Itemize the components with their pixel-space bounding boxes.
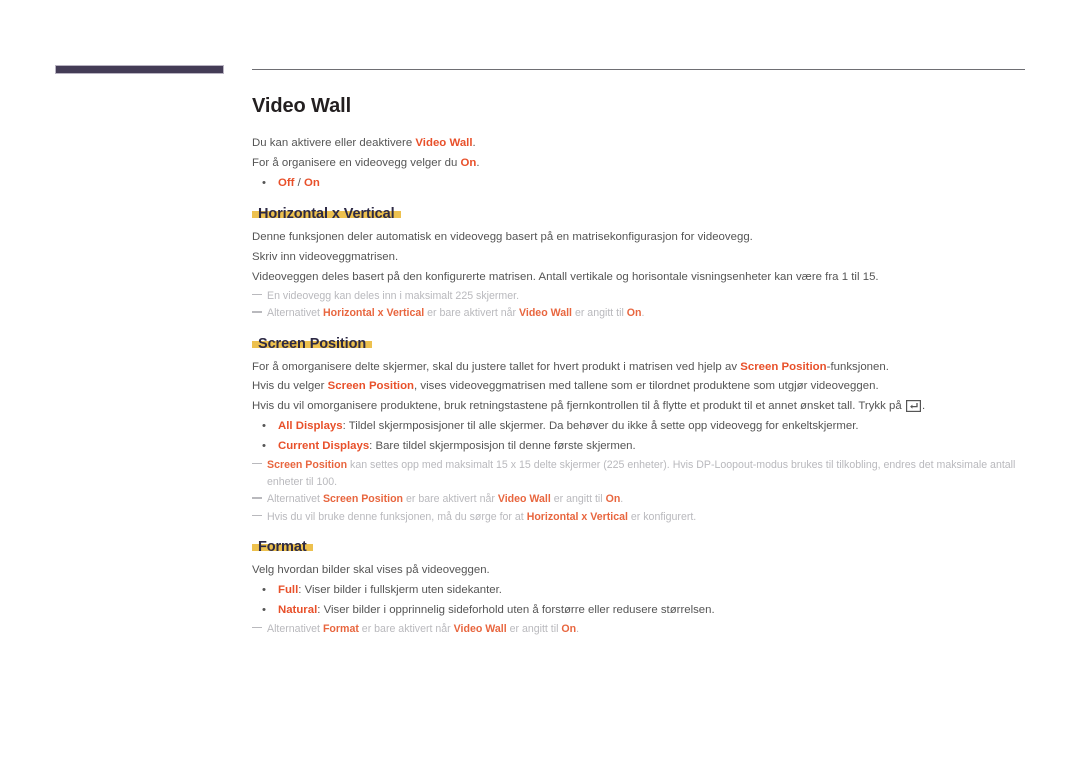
list-item: • All Displays: Tildel skjermposisjoner t… <box>252 417 1025 437</box>
enter-key-icon <box>905 400 921 413</box>
body-paragraph: Videoveggen deles basert på den konfigur… <box>252 270 879 283</box>
note-dash-icon <box>252 509 267 526</box>
note-item: Alternativet Screen Position er bare akt… <box>252 491 1025 508</box>
emphasis-term: Video Wall <box>497 493 551 506</box>
body-paragraph: For å organisere en videovegg velger du … <box>252 156 480 169</box>
note-item: Hvis du vil bruke denne funksjonen, må d… <box>252 509 1025 526</box>
emphasis-term: Format <box>322 622 359 635</box>
section-heading-format: Format <box>252 540 313 554</box>
list-item: • Natural: Viser bilder i opprinnelig sid… <box>252 601 1025 621</box>
body-paragraph: Denne funksjonen deler automatisk en vid… <box>252 231 753 244</box>
note-dash-icon <box>252 457 267 492</box>
header-divider-rule <box>252 69 1025 70</box>
emphasis-term: Screen Position <box>740 360 827 373</box>
note-item: Screen Position kan settes opp med maksi… <box>252 457 1025 492</box>
emphasis-term: Video Wall <box>519 307 572 320</box>
list-item-text: Full: Viser bilder i fullskjerm uten sid… <box>278 584 502 596</box>
note-text: Alternativet Screen Position er bare akt… <box>267 493 624 506</box>
list-item: • Current Displays: Bare tildel skjermpos… <box>252 437 1025 457</box>
section-heading-wrap-horizontal-x-vertical: Horizontal x Vertical <box>252 193 1025 228</box>
emphasis-term: Natural <box>278 603 318 616</box>
section-heading-horizontal-x-vertical: Horizontal x Vertical <box>252 207 401 222</box>
note-dash-icon <box>252 288 267 305</box>
body-paragraph: Skriv inn videoveggmatrisen. <box>252 251 399 264</box>
section-format: Velg hvordan bilder skal vises på videov… <box>252 561 1025 638</box>
section-screen-position: For å omorganisere delte skjermer, skal … <box>252 358 1025 527</box>
note-dash-icon <box>252 491 267 508</box>
emphasis-term: Horizontal x Vertical <box>526 510 628 523</box>
note-text: Hvis du vil bruke denne funksjonen, må d… <box>267 510 697 523</box>
bullet-glyph-icon: • <box>262 603 266 616</box>
body-paragraph: Hvis du vil omorganisere produktene, bru… <box>252 400 926 413</box>
section-heading-screen-position: Screen Position <box>252 336 373 351</box>
emphasis-term: On <box>561 622 577 635</box>
emphasis-term: Horizontal x Vertical <box>322 307 425 320</box>
emphasis-term: On <box>626 307 642 320</box>
document-content: Video Wall Du kan aktivere eller deaktiv… <box>252 95 1025 638</box>
emphasis-term: Screen Position <box>327 380 415 393</box>
page-title: Video Wall <box>252 95 352 117</box>
list-item: • Off / On <box>252 174 1025 194</box>
emphasis-term: Full <box>278 584 299 596</box>
note-dash-icon <box>252 305 267 322</box>
list-item-text: All Displays: Tildel skjermposisjoner ti… <box>278 419 859 432</box>
emphasis-term: Current Displays <box>278 439 370 452</box>
emphasis-term: On <box>460 156 477 169</box>
emphasis-term: Video Wall <box>415 137 473 149</box>
note-item: En videovegg kan deles inn i maksimalt 2… <box>252 288 1025 305</box>
emphasis-term: All Displays <box>278 419 343 432</box>
note-text: Screen Position kan settes opp med maksi… <box>267 458 1016 488</box>
emphasis-term: Screen Position <box>322 493 404 506</box>
list-item-text: Current Displays: Bare tildel skjermposi… <box>278 439 636 452</box>
section-heading-wrap-screen-position: Screen Position <box>252 323 1025 358</box>
note-text: En videovegg kan deles inn i maksimalt 2… <box>267 289 520 302</box>
note-item: Alternativet Horizontal x Vertical er ba… <box>252 305 1025 322</box>
bullet-glyph-icon: • <box>262 439 266 452</box>
list-item-text: Natural: Viser bilder i opprinnelig side… <box>278 603 715 616</box>
note-text: Alternativet Horizontal x Vertical er ba… <box>267 307 645 320</box>
bullet-glyph-icon: • <box>262 419 266 432</box>
body-paragraph: Hvis du velger Screen Position, vises vi… <box>252 380 879 393</box>
header-accent-bar <box>55 65 224 74</box>
section-heading-wrap-format: Format <box>252 526 1025 561</box>
emphasis-term: On <box>303 176 320 189</box>
emphasis-term: Video Wall <box>453 622 507 635</box>
list-item-text: Off / On <box>278 176 320 189</box>
note-item: Alternativet Format er bare aktivert når… <box>252 621 1025 638</box>
section-horizontal-x-vertical: Denne funksjonen deler automatisk en vid… <box>252 228 1025 322</box>
section-video-wall: Du kan aktivere eller deaktivere Video W… <box>252 134 1025 193</box>
body-paragraph: Velg hvordan bilder skal vises på videov… <box>252 564 490 577</box>
note-dash-icon <box>252 621 267 638</box>
bullet-glyph-icon: • <box>262 584 266 596</box>
body-paragraph: Du kan aktivere eller deaktivere Video W… <box>252 137 476 149</box>
body-paragraph: For å omorganisere delte skjermer, skal … <box>252 360 889 373</box>
emphasis-term: Off <box>278 176 295 189</box>
emphasis-term: Screen Position <box>267 458 348 471</box>
bullet-glyph-icon: • <box>262 176 266 189</box>
emphasis-term: On <box>605 493 621 506</box>
note-text: Alternativet Format er bare aktivert når… <box>267 622 580 635</box>
list-item: • Full: Viser bilder i fullskjerm uten si… <box>252 581 1025 601</box>
